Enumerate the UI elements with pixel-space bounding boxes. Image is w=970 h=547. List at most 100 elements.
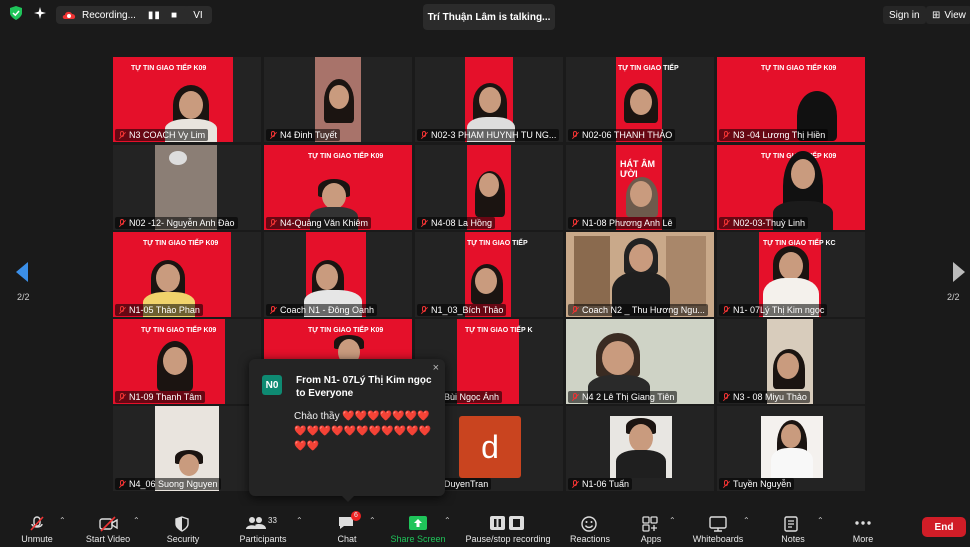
participant-name: N4-Quảng Văn Khiêm <box>266 217 372 229</box>
sender-avatar: N0 <box>262 375 282 395</box>
participant-name: N4_06 Suong Nguyen <box>115 478 221 490</box>
participant-name: N1-06 Tuấn <box>568 478 633 490</box>
prev-page-arrow-icon[interactable] <box>16 262 28 282</box>
whiteboards-options-caret[interactable]: ⌃ <box>743 516 750 525</box>
participant-name: N1-08 Phương Anh Lê <box>568 217 676 229</box>
start-video-button[interactable]: Start Video <box>82 506 134 547</box>
muted-mic-icon <box>571 392 579 402</box>
participant-name: N4 2 Lê Thị Giang Tiên <box>568 391 678 403</box>
chat-button[interactable]: 6 Chat <box>334 506 361 547</box>
end-meeting-button[interactable]: End <box>922 517 966 537</box>
recording-label: Recording... <box>82 9 136 21</box>
notes-button[interactable]: Notes <box>778 506 808 547</box>
video-tile[interactable]: TỰ TIN GIAO TIẾP N1_03_Bích Thảo <box>415 232 563 317</box>
video-tile[interactable]: N02-3 PHAM HUYNH TU NG... <box>415 57 563 142</box>
apps-button[interactable]: Apps <box>636 506 666 547</box>
participant-name: N02-06 THANH THẢO <box>568 129 676 141</box>
video-tile[interactable]: TỰ TIN GIAO TIẾP KC N1- 07Lý Thị Kim ngọ… <box>717 232 865 317</box>
muted-mic-icon <box>269 130 277 140</box>
security-button[interactable]: Security <box>163 506 203 547</box>
video-off-icon <box>99 516 118 532</box>
video-tile[interactable]: HÁT ÂM ƯỜI N1-08 Phương Anh Lê <box>566 145 714 230</box>
participants-options-caret[interactable]: ⌃ <box>296 516 303 525</box>
sign-in-button[interactable]: Sign in <box>883 6 926 24</box>
security-shield-icon[interactable] <box>10 6 22 20</box>
video-tile[interactable]: TỰ TIN GIAO TIẾP K09 N3 -04 Lương Thị Hi… <box>717 57 865 142</box>
unmute-options-caret[interactable]: ⌃ <box>59 516 66 525</box>
video-tile[interactable]: N4_06 Suong Nguyen <box>113 406 261 491</box>
muted-mic-icon <box>269 218 277 228</box>
muted-mic-icon <box>118 392 126 402</box>
video-tile[interactable]: TỰ TIN GIAO TIẾP K09 N1-09 Thanh Tâm <box>113 319 261 404</box>
muted-mic-icon <box>722 305 730 315</box>
reactions-button[interactable]: Reactions <box>568 506 612 547</box>
share-screen-button[interactable]: Share Screen <box>389 506 447 547</box>
view-button[interactable]: ⊞ View <box>926 6 970 24</box>
chat-sender-header: From N1- 07Lý Thị Kim ngọc to Everyone <box>296 375 432 399</box>
close-icon[interactable]: × <box>433 362 439 374</box>
whiteboards-button[interactable]: Whiteboards <box>690 506 746 547</box>
chat-message: Chào thầy ❤️❤️❤️❤️❤️❤️❤️❤️❤️❤️❤️❤️❤️❤️❤️… <box>294 411 431 452</box>
talking-indicator: Trí Thuận Lâm is talking... <box>423 4 555 30</box>
share-options-caret[interactable]: ⌃ <box>444 516 451 525</box>
notes-options-caret[interactable]: ⌃ <box>817 516 824 525</box>
more-dots-icon <box>854 516 872 530</box>
chat-options-caret[interactable]: ⌃ <box>369 516 376 525</box>
ai-sparkle-icon[interactable] <box>33 6 47 20</box>
language-badge[interactable]: VI <box>184 6 212 24</box>
participant-name: N1-05 Thảo Phan <box>115 304 203 316</box>
more-button[interactable]: More <box>848 506 878 547</box>
video-tile[interactable]: Tuyền Nguyễn <box>717 406 865 491</box>
recording-indicator[interactable]: Recording... ▮▮ ■ <box>56 6 193 24</box>
top-bar: Recording... ▮▮ ■ VI Trí Thuận Lâm is ta… <box>0 0 970 30</box>
participant-name: N4 Đinh Tuyết <box>266 129 341 141</box>
video-tile[interactable]: TỰ TIN GIAO TIẾP K09 N02-03-Thuỳ Linh <box>717 145 865 230</box>
muted-mic-icon <box>571 479 579 489</box>
next-page-arrow-icon[interactable] <box>953 262 965 282</box>
participant-name: N02-3 PHAM HUYNH TU NG... <box>417 129 560 141</box>
video-tile[interactable]: N1-06 Tuấn <box>566 406 714 491</box>
video-tile[interactable]: TỰ TIN GIAO TIẾP N02-06 THANH THẢO <box>566 57 714 142</box>
chat-notification-popup[interactable]: N0 From N1- 07Lý Thị Kim ngọc to Everyon… <box>249 359 445 502</box>
video-tile[interactable]: N4 Đinh Tuyết <box>264 57 412 142</box>
video-tile[interactable]: Coach N2 _ Thu Hương Ngu... <box>566 232 714 317</box>
video-tile[interactable]: N4-08 La Hồng <box>415 145 563 230</box>
pause-stop-recording-button[interactable]: Pause/stop recording <box>460 506 556 547</box>
muted-mic-icon <box>722 479 730 489</box>
muted-mic-icon <box>722 218 730 228</box>
video-tile[interactable]: N3 - 08 Miyu Thảo <box>717 319 865 404</box>
apps-options-caret[interactable]: ⌃ <box>669 516 676 525</box>
muted-mic-icon <box>28 516 46 531</box>
video-options-caret[interactable]: ⌃ <box>133 516 140 525</box>
video-grid: TỰ TIN GIAO TIẾP K09 N3 COACH Vy Lim N4 … <box>113 57 865 493</box>
participants-count: 33 <box>268 516 277 525</box>
muted-mic-icon <box>420 218 428 228</box>
pause-icon[interactable]: ▮▮ <box>148 10 161 21</box>
video-tile[interactable]: N4 2 Lê Thị Giang Tiên <box>566 319 714 404</box>
participant-name: N3 -04 Lương Thị Hiền <box>719 129 829 141</box>
muted-mic-icon <box>722 130 730 140</box>
page-indicator-right: 2/2 <box>947 292 960 302</box>
avatar: d <box>459 416 521 478</box>
participants-button[interactable]: 33 Participants <box>237 506 289 547</box>
video-tile[interactable]: TỰ TIN GIAO TIẾP K09 N4-Quảng Văn Khiêm <box>264 145 412 230</box>
participants-icon: 33 <box>246 516 280 530</box>
video-tile[interactable]: N02 -12- Nguyễn Anh Đào <box>113 145 261 230</box>
video-tile[interactable]: TỰ TIN GIAO TIẾP K09 N3 COACH Vy Lim <box>113 57 261 142</box>
stop-icon[interactable]: ■ <box>171 10 177 21</box>
unmute-button[interactable]: Unmute <box>16 506 58 547</box>
muted-mic-icon <box>571 305 579 315</box>
muted-mic-icon <box>571 130 579 140</box>
apps-icon <box>642 516 660 532</box>
muted-mic-icon <box>118 218 126 228</box>
pause-stop-icon <box>490 516 526 530</box>
participant-name: Coach N1 - Đông Oanh <box>266 304 378 316</box>
video-tile[interactable]: TỰ TIN GIAO TIẾP K09 N1-05 Thảo Phan <box>113 232 261 317</box>
whiteboard-icon <box>709 516 727 532</box>
participant-name: N1-09 Thanh Tâm <box>115 391 205 403</box>
muted-mic-icon <box>118 130 126 140</box>
muted-mic-icon <box>118 479 126 489</box>
meeting-toolbar: Unmute ⌃ Start Video ⌃ Security 33 Parti… <box>0 506 970 547</box>
muted-mic-icon <box>420 130 428 140</box>
video-tile[interactable]: Coach N1 - Đông Oanh <box>264 232 412 317</box>
